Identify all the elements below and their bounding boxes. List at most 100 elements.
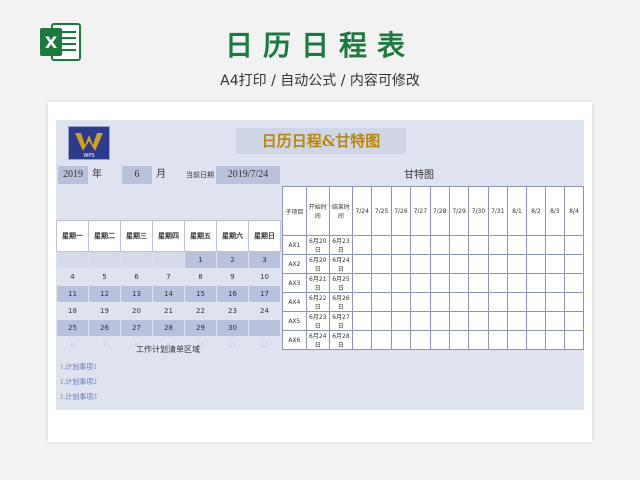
gantt-cell[interactable]	[371, 330, 392, 350]
calendar-day[interactable]: 27	[120, 319, 153, 337]
calendar-day[interactable]: 1	[184, 251, 217, 269]
gantt-cell[interactable]	[487, 330, 509, 350]
calendar-day[interactable]: 16	[216, 285, 249, 303]
calendar-day[interactable]: 3	[248, 251, 281, 269]
gantt-cell[interactable]	[410, 311, 431, 331]
gantt-cell[interactable]	[429, 254, 450, 274]
gantt-cell[interactable]	[410, 235, 431, 255]
today-value[interactable]: 2019/7/24	[216, 166, 280, 184]
gantt-cell[interactable]	[352, 292, 373, 312]
calendar-day[interactable]: 10	[248, 268, 281, 286]
gantt-cell[interactable]	[487, 254, 509, 274]
gantt-cell[interactable]	[507, 273, 527, 293]
gantt-cell[interactable]	[390, 235, 412, 255]
gantt-cell[interactable]	[410, 273, 431, 293]
gantt-cell[interactable]	[410, 330, 431, 350]
calendar-day[interactable]: 30	[216, 319, 249, 337]
calendar-day[interactable]: 4	[56, 268, 89, 286]
gantt-cell[interactable]	[563, 292, 585, 312]
gantt-cell[interactable]	[507, 330, 527, 350]
gantt-cell[interactable]	[448, 311, 470, 331]
gantt-cell[interactable]	[352, 273, 373, 293]
gantt-cell[interactable]	[525, 292, 546, 312]
calendar-day[interactable]: 29	[184, 319, 217, 337]
gantt-cell[interactable]	[468, 311, 489, 331]
gantt-cell[interactable]	[429, 235, 450, 255]
gantt-cell[interactable]	[507, 311, 527, 331]
gantt-cell[interactable]	[507, 254, 527, 274]
gantt-cell[interactable]	[563, 254, 585, 274]
year-input[interactable]: 2019	[58, 166, 88, 184]
gantt-task-cell[interactable]: AX2	[282, 254, 307, 274]
gantt-cell[interactable]	[468, 273, 489, 293]
gantt-cell[interactable]	[448, 254, 470, 274]
gantt-start-cell[interactable]: 6月20日	[305, 254, 330, 274]
calendar-day[interactable]: 9	[216, 268, 249, 286]
gantt-task-cell[interactable]: AX5	[282, 311, 307, 331]
calendar-day[interactable]: 6	[120, 268, 153, 286]
gantt-task-cell[interactable]: AX3	[282, 273, 307, 293]
gantt-cell[interactable]	[448, 330, 470, 350]
gantt-cell[interactable]	[390, 292, 412, 312]
calendar-day[interactable]	[56, 251, 89, 269]
calendar-day[interactable]: 17	[248, 285, 281, 303]
plan-item[interactable]: 1.计划事项3	[60, 392, 97, 402]
calendar-day[interactable]: 22	[184, 302, 217, 320]
gantt-cell[interactable]	[468, 292, 489, 312]
gantt-cell[interactable]	[544, 273, 565, 293]
gantt-end-cell[interactable]: 6月24日	[328, 254, 354, 274]
calendar-day[interactable]	[152, 251, 185, 269]
gantt-cell[interactable]	[525, 235, 546, 255]
gantt-start-cell[interactable]: 6月20日	[305, 235, 330, 255]
calendar-day[interactable]: 5	[88, 268, 121, 286]
gantt-cell[interactable]	[563, 273, 585, 293]
gantt-end-cell[interactable]: 6月23日	[328, 235, 354, 255]
gantt-cell[interactable]	[390, 254, 412, 274]
gantt-cell[interactable]	[507, 235, 527, 255]
calendar-day[interactable]: 24	[248, 302, 281, 320]
gantt-cell[interactable]	[371, 311, 392, 331]
gantt-cell[interactable]	[487, 311, 509, 331]
calendar-day[interactable]: 21	[152, 302, 185, 320]
calendar-day[interactable]: 6	[56, 336, 89, 354]
gantt-start-cell[interactable]: 6月22日	[305, 292, 330, 312]
gantt-cell[interactable]	[525, 311, 546, 331]
plan-item[interactable]: 1.计划事项2	[60, 377, 97, 387]
gantt-cell[interactable]	[563, 235, 585, 255]
gantt-cell[interactable]	[544, 235, 565, 255]
calendar-day[interactable]: 12	[248, 336, 281, 354]
calendar-day[interactable]: 15	[184, 285, 217, 303]
calendar-day[interactable]: 7	[152, 268, 185, 286]
calendar-day[interactable]: 26	[88, 319, 121, 337]
gantt-task-cell[interactable]: AX6	[282, 330, 307, 350]
calendar-day[interactable]	[248, 319, 281, 337]
gantt-end-cell[interactable]: 6月26日	[328, 292, 354, 312]
gantt-cell[interactable]	[410, 254, 431, 274]
gantt-cell[interactable]	[390, 273, 412, 293]
gantt-cell[interactable]	[487, 292, 509, 312]
gantt-cell[interactable]	[487, 235, 509, 255]
gantt-start-cell[interactable]: 6月24日	[305, 330, 330, 350]
calendar-day[interactable]: 18	[56, 302, 89, 320]
gantt-task-cell[interactable]: AX1	[282, 235, 307, 255]
gantt-cell[interactable]	[371, 273, 392, 293]
gantt-cell[interactable]	[544, 330, 565, 350]
calendar-day[interactable]	[120, 251, 153, 269]
calendar-day[interactable]: 11	[56, 285, 89, 303]
gantt-start-cell[interactable]: 6月21日	[305, 273, 330, 293]
gantt-cell[interactable]	[525, 330, 546, 350]
gantt-cell[interactable]	[468, 254, 489, 274]
calendar-day[interactable]: 11	[216, 336, 249, 354]
gantt-cell[interactable]	[429, 311, 450, 331]
gantt-cell[interactable]	[352, 235, 373, 255]
gantt-cell[interactable]	[352, 330, 373, 350]
gantt-cell[interactable]	[371, 254, 392, 274]
gantt-cell[interactable]	[544, 311, 565, 331]
gantt-cell[interactable]	[448, 273, 470, 293]
gantt-cell[interactable]	[352, 311, 373, 331]
gantt-cell[interactable]	[563, 311, 585, 331]
gantt-task-cell[interactable]: AX4	[282, 292, 307, 312]
gantt-start-cell[interactable]: 6月23日	[305, 311, 330, 331]
gantt-cell[interactable]	[371, 292, 392, 312]
gantt-end-cell[interactable]: 6月27日	[328, 311, 354, 331]
